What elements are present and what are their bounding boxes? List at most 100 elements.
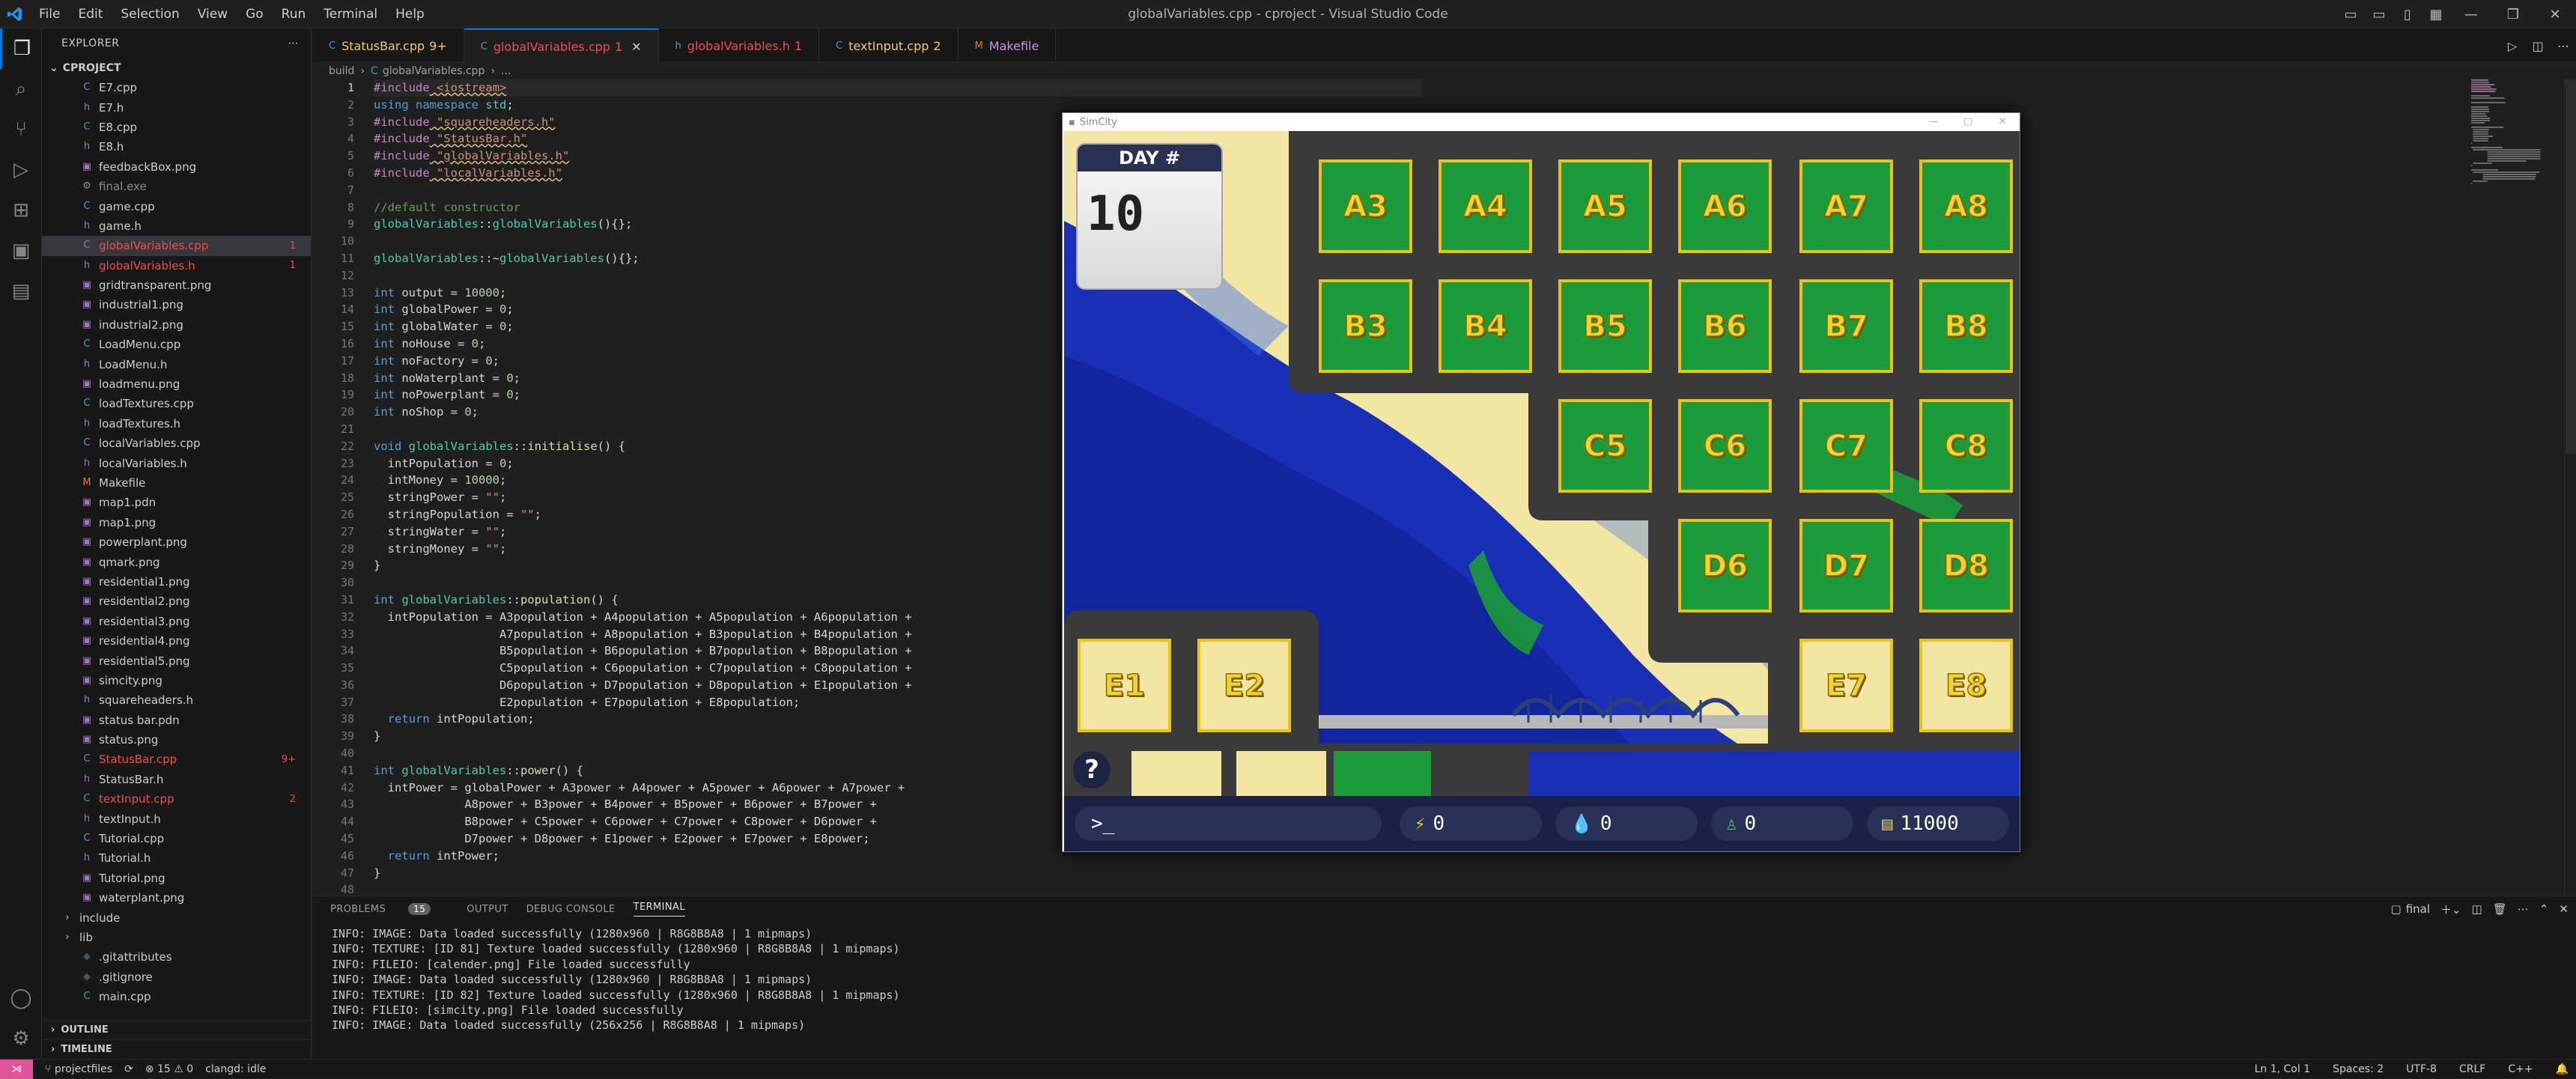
restore-button[interactable]: ❐ <box>2492 7 2534 22</box>
accounts-icon[interactable]: ◯ <box>0 978 42 1018</box>
tab-textinput-cpp[interactable]: CtextInput.cpp 2 <box>819 28 959 63</box>
language-mode[interactable]: C++ <box>2508 1063 2533 1075</box>
file-item[interactable]: ◆ .gitignore <box>42 967 311 987</box>
minimize-button[interactable]: — <box>2450 7 2492 22</box>
tab-globalvariables-h[interactable]: h globalVariables.h 1 <box>659 28 820 63</box>
gear-icon[interactable]: ⚙ <box>0 1018 42 1059</box>
menu-item-terminal[interactable]: Terminal <box>315 0 386 28</box>
file-item[interactable]: h Tutorial.h <box>42 848 311 868</box>
plot-c6[interactable]: C6 <box>1678 399 1772 493</box>
file-item[interactable]: ▣ feedbackBox.png <box>42 157 311 177</box>
close-panel-icon[interactable]: ✕ <box>2559 902 2569 916</box>
file-item[interactable]: h textInput.h <box>42 809 311 828</box>
extensions-icon[interactable]: ⊞ <box>0 190 42 231</box>
tab-problems[interactable]: PROBLEMS 15 <box>330 902 449 915</box>
file-item[interactable]: h localVariables.h <box>42 453 311 472</box>
menu-item-selection[interactable]: Selection <box>112 0 188 28</box>
outline-section[interactable]: › OUTLINE <box>42 1020 311 1039</box>
scrollbar-thumb[interactable] <box>2566 79 2576 454</box>
tab-debug-console[interactable]: DEBUG CONSOLE <box>526 904 616 915</box>
sync-icon[interactable]: ⟳ <box>124 1063 133 1075</box>
help-button[interactable]: ? <box>1073 751 1111 788</box>
breadcrumb-folder[interactable]: build <box>329 65 354 77</box>
tab-globalvariables-cpp[interactable]: CglobalVariables.cpp 1 ✕ <box>464 28 659 63</box>
file-item[interactable]: ▣ simcity.png <box>42 671 311 690</box>
file-item[interactable]: M Makefile <box>42 473 311 493</box>
file-item[interactable]: h LoadMenu.h <box>42 354 311 374</box>
plot-c8[interactable]: C8 <box>1919 399 2013 493</box>
plot-a5[interactable]: A5 <box>1558 159 1652 253</box>
cursor-position[interactable]: Ln 1, Col 1 <box>2255 1063 2311 1075</box>
file-item[interactable]: ▣ status.png <box>42 730 311 750</box>
toggle-panel-icon[interactable]: ▭ <box>2365 7 2393 22</box>
file-item[interactable]: CglobalVariables.cpp 1 <box>42 236 311 256</box>
file-item[interactable]: CtextInput.cpp 2 <box>42 789 311 809</box>
plot-b8[interactable]: B8 <box>1919 279 2013 373</box>
file-item[interactable]: ▣ map1.png <box>42 513 311 532</box>
file-item[interactable]: CloadTextures.cpp <box>42 394 311 413</box>
tab-output[interactable]: OUTPUT <box>467 904 508 915</box>
file-item[interactable]: ▣ gridtransparent.png <box>42 276 311 295</box>
plot-a7[interactable]: A7 <box>1799 159 1893 253</box>
line-endings[interactable]: CRLF <box>2459 1063 2485 1075</box>
plot-b3[interactable]: B3 <box>1319 279 1412 373</box>
plot-a4[interactable]: A4 <box>1439 159 1532 253</box>
simcity-game-window[interactable]: ▪ SimCity — ▢ ✕ A3 A4 A5 A6 A7 A8 B3 B4 … <box>1062 112 2020 852</box>
customize-layout-icon[interactable]: ▦ <box>2422 7 2450 22</box>
file-item[interactable]: ▣ residential1.png <box>42 572 311 592</box>
plot-c5[interactable]: C5 <box>1558 399 1652 493</box>
editor-scrollbar[interactable] <box>2564 79 2576 896</box>
remote-indicator-icon[interactable]: ⋊ <box>0 1059 33 1079</box>
file-item[interactable]: h loadTextures.h <box>42 414 311 434</box>
plot-b6[interactable]: B6 <box>1678 279 1772 373</box>
file-item[interactable]: ▣ map1.pdn <box>42 493 311 512</box>
file-item[interactable]: ClocalVariables.cpp <box>42 434 311 453</box>
more-actions-icon[interactable]: ⋯ <box>288 37 300 49</box>
tab-makefile[interactable]: M Makefile <box>959 28 1057 63</box>
run-debug-icon[interactable]: ▷ <box>0 150 42 190</box>
file-item[interactable]: h E8.h <box>42 137 311 156</box>
file-item[interactable]: C E8.cpp <box>42 118 311 137</box>
plot-e8[interactable]: E8 <box>1919 639 2013 732</box>
file-item[interactable]: ◆ .gitattributes <box>42 947 311 967</box>
plot-b5[interactable]: B5 <box>1558 279 1652 373</box>
file-item[interactable]: ▣ Tutorial.png <box>42 869 311 888</box>
file-item[interactable]: ▣ waterplant.png <box>42 888 311 908</box>
file-item[interactable]: ▣ residential4.png <box>42 631 311 651</box>
close-tab-icon[interactable]: ✕ <box>631 40 641 54</box>
file-item[interactable]: C Tutorial.cpp <box>42 829 311 848</box>
plot-e1[interactable]: E1 <box>1078 639 1171 732</box>
file-item[interactable]: ⚙ final.exe <box>42 177 311 196</box>
branch-status[interactable]: ⑂ projectfiles <box>45 1063 112 1075</box>
game-minimize-button[interactable]: — <box>1916 113 1951 131</box>
close-window-button[interactable]: ✕ <box>2534 7 2576 22</box>
problems-status[interactable]: ⊗ 15 ⚠ 0 <box>145 1063 193 1075</box>
search-icon[interactable]: ⌕ <box>0 69 42 109</box>
file-item[interactable]: ▣ powerplant.png <box>42 532 311 552</box>
explorer-icon[interactable]: ❐ <box>0 28 42 69</box>
file-item[interactable]: Cgame.cpp <box>42 196 311 216</box>
breadcrumb-file[interactable]: globalVariables.cpp <box>383 65 485 77</box>
file-item[interactable]: ▣ industrial2.png <box>42 315 311 335</box>
file-item[interactable]: C StatusBar.cpp 9+ <box>42 750 311 769</box>
bell-icon[interactable]: 🔔 <box>2556 1063 2569 1075</box>
code-line[interactable]: using namespace std; <box>374 97 1422 114</box>
terminal-output[interactable]: INFO: IMAGE: Data loaded successfully (1… <box>312 922 2576 1048</box>
file-item[interactable]: h squareheaders.h <box>42 690 311 710</box>
project-header[interactable]: ⌄ CPROJECT <box>42 58 311 78</box>
source-control-icon[interactable]: ⑂ <box>0 109 42 150</box>
file-item[interactable]: C E7.cpp <box>42 78 311 97</box>
plot-a6[interactable]: A6 <box>1678 159 1772 253</box>
file-item[interactable]: ▣ qmark.png <box>42 552 311 571</box>
plot-b4[interactable]: B4 <box>1439 279 1532 373</box>
plot-a8[interactable]: A8 <box>1919 159 2013 253</box>
tab-statusbar-cpp[interactable]: C StatusBar.cpp 9+ <box>312 28 464 63</box>
menu-item-help[interactable]: Help <box>386 0 434 28</box>
plot-b7[interactable]: B7 <box>1799 279 1893 373</box>
file-item[interactable]: ▣ residential2.png <box>42 592 311 611</box>
tab-terminal[interactable]: TERMINAL <box>633 902 685 917</box>
command-input[interactable]: >_ <box>1075 806 1382 841</box>
maximize-panel-icon[interactable]: ⌃ <box>2539 902 2549 916</box>
terminal-name[interactable]: final <box>2406 902 2430 916</box>
split-editor-icon[interactable]: ◫ <box>2525 39 2551 53</box>
